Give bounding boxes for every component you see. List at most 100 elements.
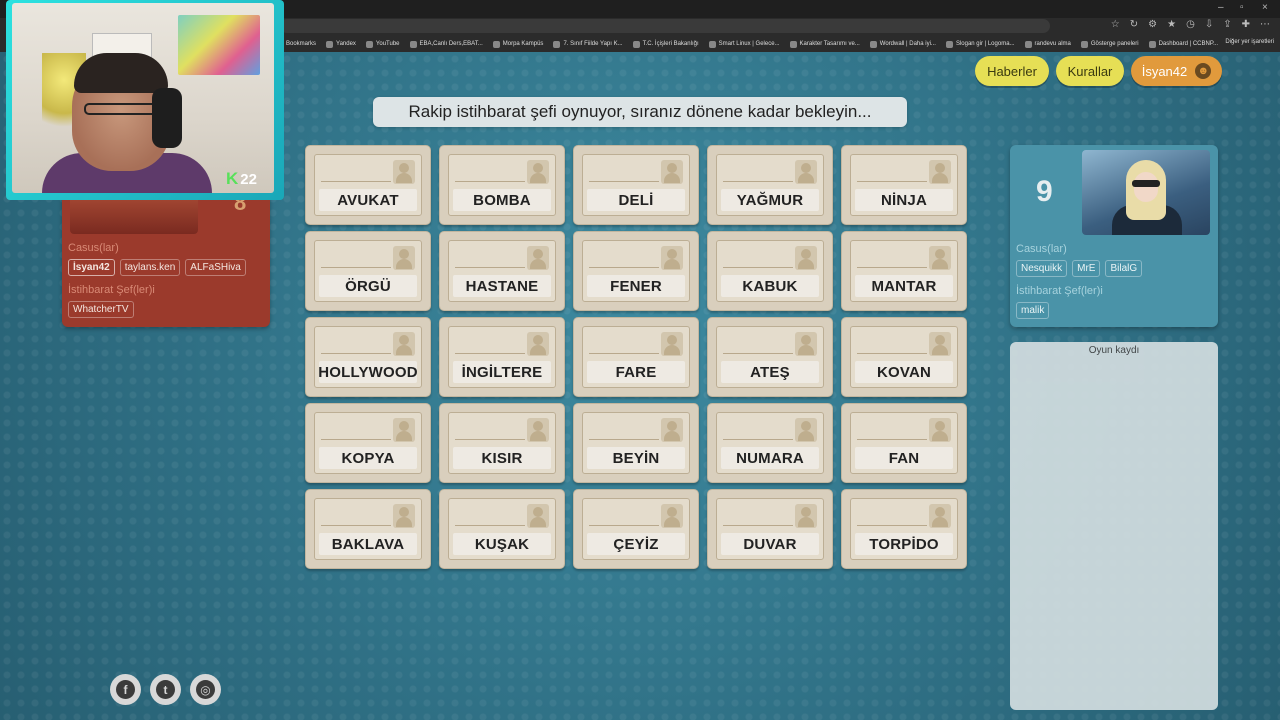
word-card[interactable]: İNGİLTERE bbox=[439, 317, 565, 397]
minimize-icon[interactable]: – bbox=[1218, 2, 1224, 13]
bookmark-label: Yandex bbox=[336, 41, 356, 47]
word-card[interactable]: DELİ bbox=[573, 145, 699, 225]
red-spies-list: İsyan42 taylans.ken ALFaSHiva bbox=[68, 259, 246, 276]
bookmark-item[interactable]: Gösterge paneleri bbox=[1080, 40, 1139, 48]
agent-silhouette-icon bbox=[527, 418, 549, 442]
extensions-icon[interactable]: ✚ bbox=[1242, 19, 1250, 30]
maximize-icon[interactable]: ▫ bbox=[1240, 2, 1244, 13]
word-card[interactable]: AVUKAT bbox=[305, 145, 431, 225]
close-icon[interactable]: × bbox=[1262, 2, 1268, 13]
agent-silhouette-icon bbox=[795, 332, 817, 356]
player-tag[interactable]: taylans.ken bbox=[119, 259, 181, 276]
game-log[interactable]: Oyun kaydı bbox=[1010, 342, 1218, 710]
card-line bbox=[589, 181, 659, 182]
bookmark-item[interactable]: randevu alma bbox=[1024, 40, 1071, 48]
card-word: ÖRGÜ bbox=[319, 275, 417, 297]
smiley-icon: ☻ bbox=[1195, 63, 1212, 79]
download-icon[interactable]: ⇩ bbox=[1205, 19, 1213, 30]
bookmark-item[interactable]: Dashboard | CCBNP... bbox=[1148, 40, 1218, 48]
agent-silhouette-icon bbox=[393, 160, 415, 184]
word-card[interactable]: FARE bbox=[573, 317, 699, 397]
word-card[interactable]: KABUK bbox=[707, 231, 833, 311]
webcam-feed bbox=[12, 3, 274, 193]
word-card[interactable]: MANTAR bbox=[841, 231, 967, 311]
agent-silhouette-icon bbox=[393, 504, 415, 528]
word-card[interactable]: ÇEYİZ bbox=[573, 489, 699, 569]
rules-button[interactable]: Kurallar bbox=[1056, 56, 1124, 86]
card-line bbox=[455, 439, 525, 440]
word-card[interactable]: ÖRGÜ bbox=[305, 231, 431, 311]
word-card[interactable]: FAN bbox=[841, 403, 967, 483]
refresh-icon[interactable]: ↻ bbox=[1130, 19, 1138, 30]
player-tag[interactable]: ALFaSHiva bbox=[185, 259, 246, 276]
word-card[interactable]: KOPYA bbox=[305, 403, 431, 483]
word-card[interactable]: ATEŞ bbox=[707, 317, 833, 397]
blue-chiefs-label: İstihbarat Şef(ler)i bbox=[1016, 285, 1103, 297]
card-face: ÇEYİZ bbox=[582, 498, 690, 560]
card-line bbox=[589, 439, 659, 440]
word-card[interactable]: BAKLAVA bbox=[305, 489, 431, 569]
player-tag[interactable]: MrE bbox=[1072, 260, 1101, 277]
red-chiefs-list: WhatcherTV bbox=[68, 301, 134, 318]
star-icon[interactable]: ☆ bbox=[1111, 19, 1120, 30]
card-word: İNGİLTERE bbox=[453, 361, 551, 383]
gear-icon[interactable]: ⚙ bbox=[1148, 19, 1157, 30]
agent-silhouette-icon bbox=[795, 160, 817, 184]
word-card[interactable]: NİNJA bbox=[841, 145, 967, 225]
card-line bbox=[455, 181, 525, 182]
card-line bbox=[455, 267, 525, 268]
bookmark-item[interactable]: Smart Linux | Gelece... bbox=[708, 40, 780, 48]
word-card[interactable]: DUVAR bbox=[707, 489, 833, 569]
instagram-button[interactable]: ◎ bbox=[190, 674, 221, 705]
word-card[interactable]: TORPİDO bbox=[841, 489, 967, 569]
history-icon[interactable]: ◷ bbox=[1186, 19, 1195, 30]
facebook-button[interactable]: f bbox=[110, 674, 141, 705]
card-word: KISIR bbox=[453, 447, 551, 469]
word-card[interactable]: FENER bbox=[573, 231, 699, 311]
other-bookmarks[interactable]: Diğer yer işaretleri bbox=[1225, 39, 1274, 45]
bookmark-item[interactable]: EBA,Canlı Ders,EBAT... bbox=[409, 40, 483, 48]
word-card[interactable]: BEYİN bbox=[573, 403, 699, 483]
bookmark-item[interactable]: 7. Sınıf Fiilde Yapı K... bbox=[553, 40, 623, 48]
card-face: MANTAR bbox=[850, 240, 958, 302]
word-card[interactable]: KUŞAK bbox=[439, 489, 565, 569]
bookmark-favicon-icon bbox=[1024, 40, 1032, 48]
card-face: KOPYA bbox=[314, 412, 422, 474]
word-card[interactable]: YAĞMUR bbox=[707, 145, 833, 225]
word-card[interactable]: HOLLYWOOD bbox=[305, 317, 431, 397]
bookmark-item[interactable]: T.C. İçişleri Bakanlığı bbox=[632, 40, 699, 48]
status-message: Rakip istihbarat şefi oynuyor, sıranız d… bbox=[373, 97, 907, 127]
word-card[interactable]: BOMBA bbox=[439, 145, 565, 225]
menu-icon[interactable]: ⋯ bbox=[1260, 19, 1270, 30]
player-tag[interactable]: Nesquikk bbox=[1016, 260, 1068, 277]
word-card[interactable]: KISIR bbox=[439, 403, 565, 483]
player-tag[interactable]: BilalG bbox=[1105, 260, 1143, 277]
word-card[interactable]: HASTANE bbox=[439, 231, 565, 311]
card-word: AVUKAT bbox=[319, 189, 417, 211]
bookmark-item[interactable]: Morpa Kampüs bbox=[492, 40, 543, 48]
bookmark-item[interactable]: Wordwall | Daha iyi... bbox=[869, 40, 936, 48]
word-card[interactable]: NUMARA bbox=[707, 403, 833, 483]
card-line bbox=[589, 353, 659, 354]
player-tag[interactable]: malik bbox=[1016, 302, 1050, 319]
bookmark-item[interactable]: YouTube bbox=[365, 40, 400, 48]
agent-silhouette-icon bbox=[795, 418, 817, 442]
card-face: DELİ bbox=[582, 154, 690, 216]
game-log-title: Oyun kaydı bbox=[1088, 345, 1140, 356]
card-word: BAKLAVA bbox=[319, 533, 417, 555]
favorites-icon[interactable]: ★ bbox=[1167, 19, 1176, 30]
player-tag[interactable]: İsyan42 bbox=[68, 259, 115, 276]
news-button[interactable]: Haberler bbox=[975, 56, 1049, 86]
twitter-button[interactable]: t bbox=[150, 674, 181, 705]
card-word: YAĞMUR bbox=[721, 189, 819, 211]
address-bar[interactable] bbox=[280, 19, 1050, 33]
share-icon[interactable]: ⇪ bbox=[1223, 19, 1231, 30]
bookmark-item[interactable]: Slogan gir | Logoma... bbox=[945, 40, 1015, 48]
agent-silhouette-icon bbox=[929, 160, 951, 184]
card-word: DUVAR bbox=[721, 533, 819, 555]
user-button[interactable]: İsyan42 ☻ bbox=[1131, 56, 1222, 86]
bookmark-item[interactable]: Yandex bbox=[326, 40, 356, 48]
word-card[interactable]: KOVAN bbox=[841, 317, 967, 397]
player-tag[interactable]: WhatcherTV bbox=[68, 301, 134, 318]
bookmark-item[interactable]: Karakter Tasarımı ve... bbox=[789, 40, 860, 48]
